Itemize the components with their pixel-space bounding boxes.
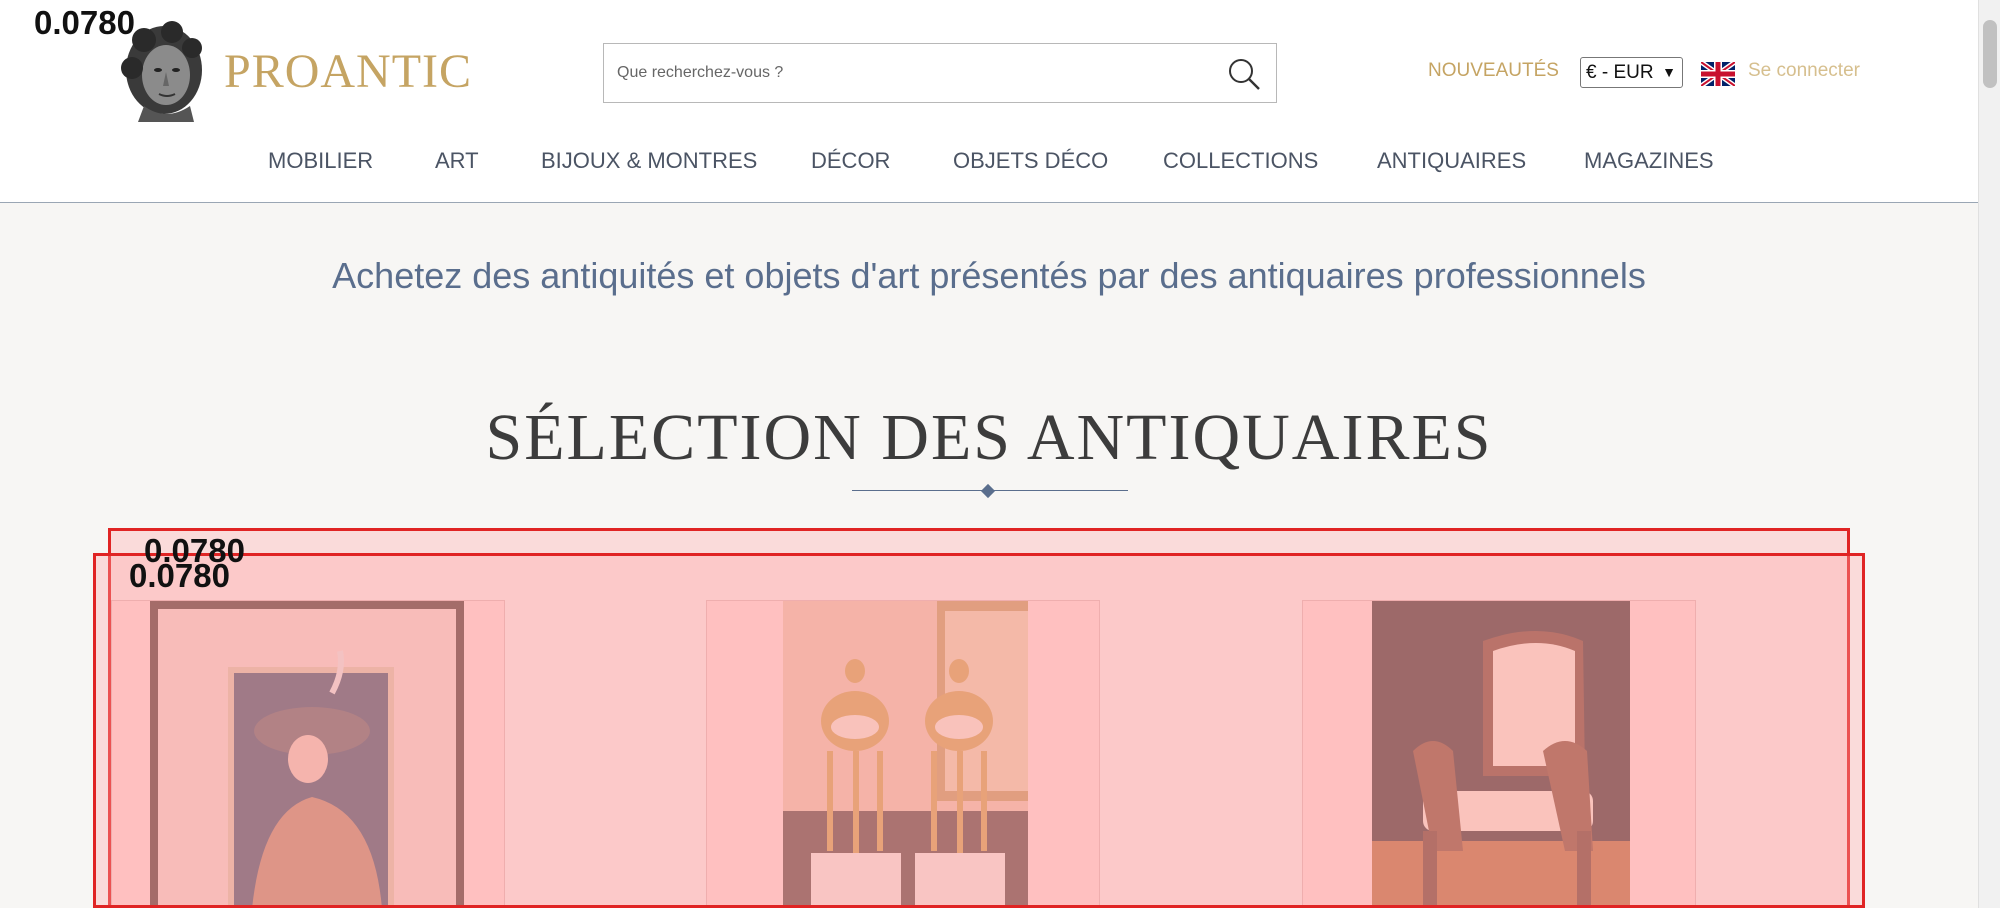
site-header: PROANTIC NOUVEAUTÉS € - EUR ▼ Se connect… bbox=[0, 0, 1978, 203]
main-nav: MOBILIER ART BIJOUX & MONTRES DÉCOR OBJE… bbox=[0, 148, 1978, 178]
currency-select[interactable]: € - EUR ▼ bbox=[1580, 57, 1683, 88]
overlay-score-label: 0.0780 bbox=[34, 4, 135, 41]
detection-box-inner bbox=[93, 553, 1865, 908]
nav-item-collections[interactable]: COLLECTIONS bbox=[1163, 148, 1318, 174]
nav-item-bijoux-montres[interactable]: BIJOUX & MONTRES bbox=[541, 148, 757, 174]
nav-item-art[interactable]: ART bbox=[435, 148, 479, 174]
nav-item-mobilier[interactable]: MOBILIER bbox=[268, 148, 373, 174]
scrollbar-thumb[interactable] bbox=[1983, 20, 1997, 88]
login-link[interactable]: Se connecter bbox=[1748, 60, 1860, 82]
nav-item-decor[interactable]: DÉCOR bbox=[811, 148, 890, 174]
search-box bbox=[603, 43, 1277, 103]
title-diamond bbox=[980, 483, 996, 499]
overlay-score-label: 0.0780 bbox=[129, 557, 230, 594]
nav-item-objets-deco[interactable]: OBJETS DÉCO bbox=[953, 148, 1108, 174]
nav-item-magazines[interactable]: MAGAZINES bbox=[1584, 148, 1714, 174]
new-arrivals-link[interactable]: NOUVEAUTÉS bbox=[1428, 60, 1559, 82]
chevron-down-icon: ▼ bbox=[1662, 64, 1676, 80]
vertical-scrollbar[interactable] bbox=[1978, 0, 2000, 908]
section-title: SÉLECTION DES ANTIQUAIRES bbox=[485, 401, 1493, 474]
nav-item-antiquaires[interactable]: ANTIQUAIRES bbox=[1377, 148, 1526, 174]
tagline: Achetez des antiquités et objets d'art p… bbox=[332, 255, 1646, 296]
currency-value: € - EUR bbox=[1586, 62, 1654, 83]
search-icon[interactable] bbox=[1225, 55, 1263, 93]
brand-name[interactable]: PROANTIC bbox=[224, 44, 472, 99]
search-input[interactable] bbox=[617, 44, 1207, 102]
uk-flag-icon[interactable] bbox=[1699, 59, 1737, 89]
